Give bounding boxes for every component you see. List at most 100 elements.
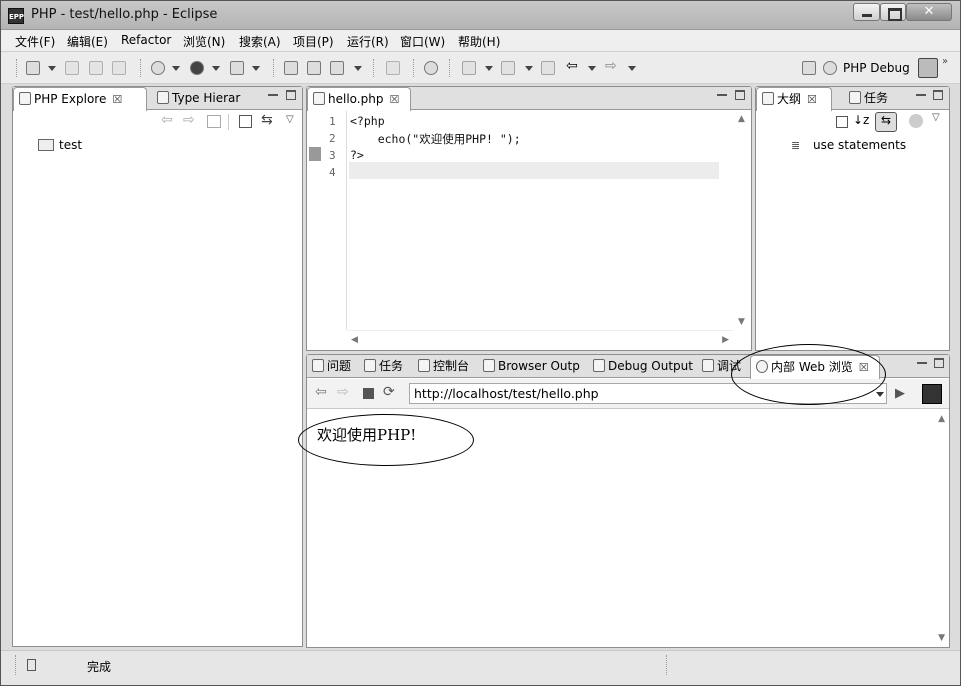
browser-back-icon[interactable]: ⇦ — [315, 384, 327, 400]
run-dropdown-icon[interactable] — [212, 66, 220, 71]
tab-browser-output[interactable]: Browser Outp — [478, 355, 584, 378]
go-icon[interactable]: ▶ — [895, 386, 905, 401]
link-with-editor-icon[interactable]: ⇆ — [875, 112, 897, 132]
editor-vertical-scrollbar[interactable]: ▲ ▼ — [733, 111, 751, 330]
browser-scroll-down-icon[interactable]: ▼ — [938, 633, 945, 643]
print-icon[interactable] — [112, 61, 126, 75]
maximize-view-icon[interactable] — [286, 90, 296, 100]
filter-icon[interactable] — [909, 114, 923, 128]
new-dropdown-icon[interactable] — [48, 66, 56, 71]
last-edit-icon[interactable] — [541, 61, 555, 75]
tab-label: 控制台 — [433, 359, 470, 373]
close-tab-icon[interactable]: ☒ — [389, 93, 399, 106]
close-tab-icon[interactable]: ☒ — [807, 93, 817, 106]
run-icon[interactable] — [190, 61, 204, 75]
tree-item-test[interactable]: test — [59, 138, 82, 152]
view-menu-icon[interactable]: ▽ — [932, 112, 940, 123]
back-dropdown-icon[interactable] — [588, 66, 596, 71]
open-type-icon[interactable] — [307, 61, 321, 75]
tab-tasks[interactable]: 任务 — [359, 355, 411, 378]
external-tools-icon[interactable] — [230, 61, 244, 75]
minimize-view-icon[interactable] — [916, 90, 926, 96]
minimize-button[interactable] — [853, 3, 880, 21]
collapse-all-icon[interactable] — [239, 115, 252, 128]
tab-php-explorer[interactable]: PHP Explore ☒ — [13, 87, 147, 111]
maximize-view-icon[interactable] — [934, 358, 944, 368]
editor-horizontal-scrollbar[interactable]: ◀ ▶ — [347, 330, 733, 350]
minimize-view-icon[interactable] — [717, 90, 727, 96]
search-dropdown-icon[interactable] — [354, 66, 362, 71]
next-annotation-icon[interactable] — [462, 61, 476, 75]
menu-help[interactable]: 帮助(H) — [458, 33, 500, 50]
annotation-icon[interactable] — [386, 61, 400, 75]
menu-navigate[interactable]: 浏览(N) — [183, 33, 225, 50]
minimize-view-icon[interactable] — [917, 358, 927, 364]
open-folder-icon[interactable] — [284, 61, 298, 75]
home-icon[interactable] — [207, 115, 221, 128]
code-line[interactable]: echo("欢迎使用PHP! "); — [350, 131, 521, 147]
menu-project[interactable]: 项目(P) — [293, 33, 334, 50]
url-dropdown-icon[interactable] — [876, 392, 884, 397]
fast-view-icon[interactable] — [27, 659, 36, 671]
new-icon[interactable] — [26, 61, 40, 75]
save-all-icon[interactable] — [89, 61, 103, 75]
menu-window[interactable]: 窗口(W) — [400, 33, 445, 50]
php-debug-icon — [823, 61, 837, 75]
menu-edit[interactable]: 编辑(E) — [67, 33, 108, 50]
explorer-toolbar: ⇦ ⇨ ⇆ ▽ — [13, 111, 302, 133]
forward-icon[interactable]: ⇨ — [605, 59, 619, 74]
search-icon[interactable] — [330, 61, 344, 75]
web-browser-icon[interactable] — [424, 61, 438, 75]
tab-label: 任务 — [379, 359, 404, 373]
prev-annotation-icon[interactable] — [501, 61, 515, 75]
outline-item-use-statements[interactable]: use statements — [813, 138, 906, 152]
tab-tasks[interactable]: 任务 — [844, 87, 896, 110]
open-external-browser-icon[interactable] — [922, 384, 942, 404]
forward-icon[interactable]: ⇨ — [183, 112, 195, 128]
more-perspectives-icon[interactable]: » — [942, 56, 948, 67]
back-icon[interactable]: ⇦ — [566, 59, 580, 74]
save-icon[interactable] — [65, 61, 79, 75]
menu-file[interactable]: 文件(F) — [15, 33, 55, 50]
external-tools-dropdown-icon[interactable] — [252, 66, 260, 71]
browser-stop-icon[interactable] — [363, 388, 374, 399]
hierarchy-icon — [157, 91, 169, 104]
outline-tabbar: 大纲 ☒ 任务 — [756, 87, 949, 111]
forward-dropdown-icon[interactable] — [628, 66, 636, 71]
browser-refresh-icon[interactable]: ⟳ — [383, 384, 395, 400]
tab-console[interactable]: 控制台 — [413, 355, 476, 378]
prev-annotation-dropdown-icon[interactable] — [525, 66, 533, 71]
menu-search[interactable]: 搜索(A) — [239, 33, 281, 50]
php-perspective-icon[interactable] — [918, 58, 938, 78]
minimize-view-icon[interactable] — [268, 90, 278, 96]
tab-type-hierarchy[interactable]: Type Hierar — [152, 87, 252, 110]
link-editor-icon[interactable]: ⇆ — [261, 112, 273, 128]
sort-icon[interactable]: ↓z — [853, 113, 869, 127]
debug-icon[interactable] — [151, 61, 165, 75]
code-line[interactable]: ?> — [350, 148, 364, 162]
tab-hello-php[interactable]: hello.php ☒ — [307, 87, 411, 111]
maximize-view-icon[interactable] — [735, 90, 745, 100]
next-annotation-dropdown-icon[interactable] — [485, 66, 493, 71]
title-bar: EPP PHP - test/hello.php - Eclipse ✕ — [1, 1, 960, 30]
tab-label: hello.php — [328, 92, 384, 106]
tab-outline[interactable]: 大纲 ☒ — [756, 87, 832, 111]
menu-refactor[interactable]: Refactor — [121, 33, 171, 47]
code-line[interactable]: <?php — [350, 114, 385, 128]
browser-forward-icon[interactable]: ⇨ — [337, 384, 349, 400]
tab-debug-output[interactable]: Debug Output — [588, 355, 694, 378]
editor-ruler — [307, 111, 321, 330]
back-icon[interactable]: ⇦ — [161, 112, 173, 128]
maximize-button[interactable] — [880, 3, 906, 21]
perspective-php-debug[interactable]: PHP Debug — [843, 61, 910, 75]
maximize-view-icon[interactable] — [933, 90, 943, 100]
open-perspective-icon[interactable] — [802, 61, 816, 75]
tab-problems[interactable]: 问题 — [307, 355, 357, 378]
close-button[interactable]: ✕ — [906, 3, 952, 21]
debug-dropdown-icon[interactable] — [172, 66, 180, 71]
close-tab-icon[interactable]: ☒ — [112, 93, 122, 106]
view-menu-icon[interactable]: ▽ — [286, 114, 294, 125]
browser-scroll-up-icon[interactable]: ▲ — [938, 414, 945, 424]
menu-run[interactable]: 运行(R) — [347, 33, 389, 50]
collapse-all-icon[interactable] — [836, 116, 848, 128]
